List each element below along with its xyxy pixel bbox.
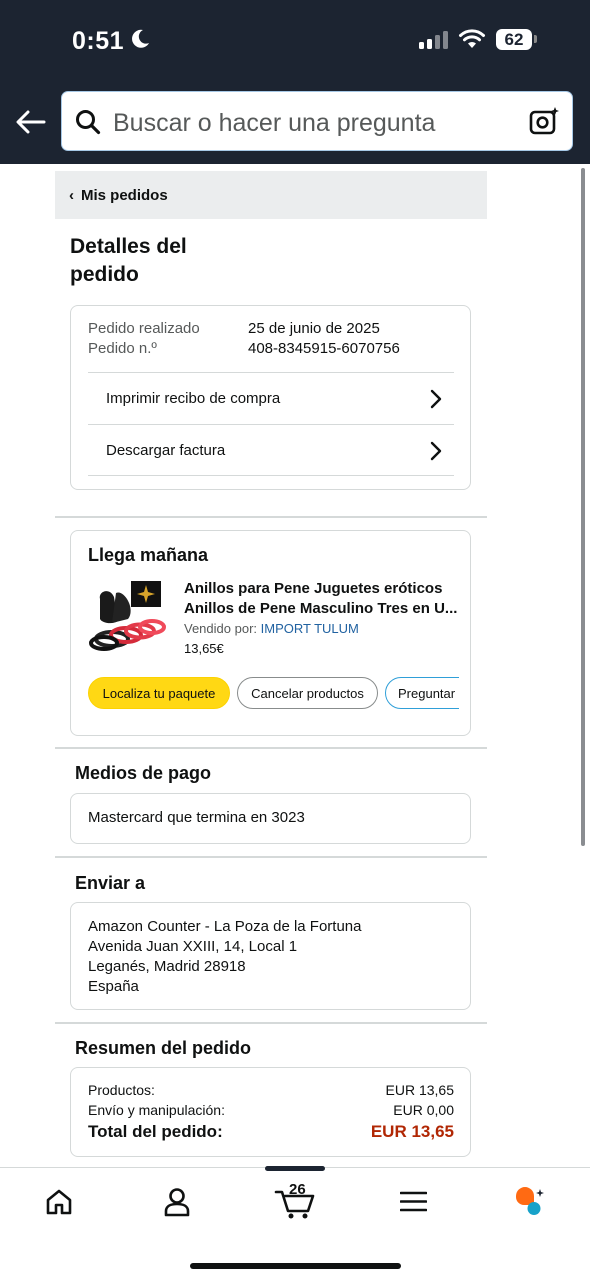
- home-indicator: [190, 1263, 401, 1269]
- scrollbar[interactable]: [581, 168, 585, 846]
- chevron-left-icon: ‹: [69, 186, 74, 204]
- menu-icon[interactable]: [400, 1191, 427, 1212]
- battery-level: 62: [496, 29, 532, 50]
- home-icon[interactable]: [45, 1188, 73, 1215]
- products-value: EUR 13,65: [385, 1082, 454, 1098]
- print-receipt-link[interactable]: Imprimir recibo de compra: [88, 372, 454, 424]
- active-tab-indicator: [265, 1166, 325, 1171]
- order-info-card: Pedido realizado 25 de junio de 2025 Ped…: [70, 305, 471, 490]
- search-header: Buscar o hacer una pregunta: [0, 86, 590, 164]
- total-value: EUR 13,65: [370, 1122, 454, 1141]
- chevron-right-icon: [430, 389, 442, 409]
- payment-card: Mastercard que termina en 3023: [70, 793, 471, 844]
- chevron-right-icon: [430, 441, 442, 461]
- breadcrumb-label: Mis pedidos: [81, 186, 168, 204]
- address-line: España: [88, 978, 139, 995]
- address-line: Amazon Counter - La Poza de la Fortuna: [88, 918, 362, 935]
- summary-total-row: Total del pedido: EUR 13,65: [88, 1122, 454, 1142]
- order-details-content: ‹ Mis pedidos Detalles del pedido Pedido…: [55, 171, 487, 1157]
- summary-shipping-row: Envío y manipulación: EUR 0,00: [88, 1102, 454, 1118]
- section-divider: [55, 516, 487, 518]
- download-invoice-link[interactable]: Descargar factura: [88, 424, 454, 476]
- status-time: 0:51: [72, 27, 125, 55]
- section-divider: [55, 747, 487, 749]
- account-icon[interactable]: [163, 1187, 191, 1217]
- summary-title: Resumen del pedido: [75, 1038, 252, 1058]
- print-receipt-label: Imprimir recibo de compra: [106, 390, 281, 407]
- cart-count-badge: 26: [289, 1181, 306, 1198]
- track-package-button[interactable]: Localiza tu paquete: [88, 677, 230, 709]
- rufus-chat-icon[interactable]: [513, 1186, 549, 1218]
- products-label: Productos:: [88, 1082, 155, 1098]
- order-number-value: 408-8345915-6070756: [248, 340, 400, 357]
- shipping-value: EUR 0,00: [393, 1102, 454, 1118]
- cancel-items-button[interactable]: Cancelar productos: [237, 677, 378, 709]
- payment-title: Medios de pago: [75, 763, 212, 783]
- section-divider: [55, 1022, 487, 1024]
- ship-to-title: Enviar a: [75, 873, 146, 893]
- battery-tip: [534, 35, 537, 43]
- address-lines: Amazon Counter - La Poza de la Fortuna A…: [88, 917, 362, 997]
- back-arrow-icon[interactable]: [14, 108, 46, 136]
- product-price: 13,65€: [184, 641, 224, 656]
- sold-by-label: Vendido por:: [184, 621, 258, 636]
- payment-method: Mastercard que termina en 3023: [88, 809, 305, 826]
- product-title[interactable]: Anillos para Pene Juguetes eróticos Anil…: [184, 579, 459, 619]
- product-title-line1: Anillos para Pene Juguetes eróticos: [184, 580, 443, 597]
- address-card: Amazon Counter - La Poza de la Fortuna A…: [70, 902, 471, 1010]
- shipping-label: Envío y manipulación:: [88, 1102, 225, 1118]
- address-line: Avenida Juan XXIII, 14, Local 1: [88, 938, 298, 955]
- camera-search-icon[interactable]: [528, 105, 560, 137]
- total-label: Total del pedido:: [88, 1122, 223, 1141]
- ask-button[interactable]: Preguntar: [385, 677, 459, 709]
- moon-icon: [132, 29, 149, 48]
- status-bar: 0:51 62: [0, 0, 590, 86]
- shipment-actions: Localiza tu paquete Cancelar productos P…: [88, 677, 459, 711]
- download-invoice-label: Descargar factura: [106, 441, 226, 459]
- search-icon: [76, 110, 101, 135]
- order-number-label: Pedido n.º: [88, 340, 157, 357]
- search-input[interactable]: Buscar o hacer una pregunta: [61, 91, 573, 151]
- product-image[interactable]: [88, 579, 166, 657]
- search-placeholder: Buscar o hacer una pregunta: [113, 109, 436, 137]
- page-title: Detalles del pedido: [70, 235, 187, 286]
- sold-by: Vendido por: IMPORT TULUM: [184, 621, 359, 636]
- shipment-card: Llega mañana Anillos para Pene Juguetes …: [70, 530, 471, 736]
- product-title-line2: Anillos de Pene Masculino Tres en U...: [184, 600, 458, 617]
- seller-link[interactable]: IMPORT TULUM: [261, 621, 359, 636]
- shipment-status: Llega mañana: [88, 545, 209, 565]
- order-placed-label: Pedido realizado: [88, 320, 200, 337]
- wifi-icon: [459, 29, 485, 48]
- section-divider: [55, 856, 487, 858]
- order-placed-value: 25 de junio de 2025: [248, 320, 380, 337]
- summary-products-row: Productos: EUR 13,65: [88, 1082, 454, 1098]
- order-summary-card: Productos: EUR 13,65 Envío y manipulació…: [70, 1067, 471, 1157]
- breadcrumb[interactable]: ‹ Mis pedidos: [55, 171, 487, 219]
- address-line: Leganés, Madrid 28918: [88, 958, 246, 975]
- cellular-signal-icon: [419, 31, 448, 49]
- bottom-nav: 26: [0, 1166, 590, 1280]
